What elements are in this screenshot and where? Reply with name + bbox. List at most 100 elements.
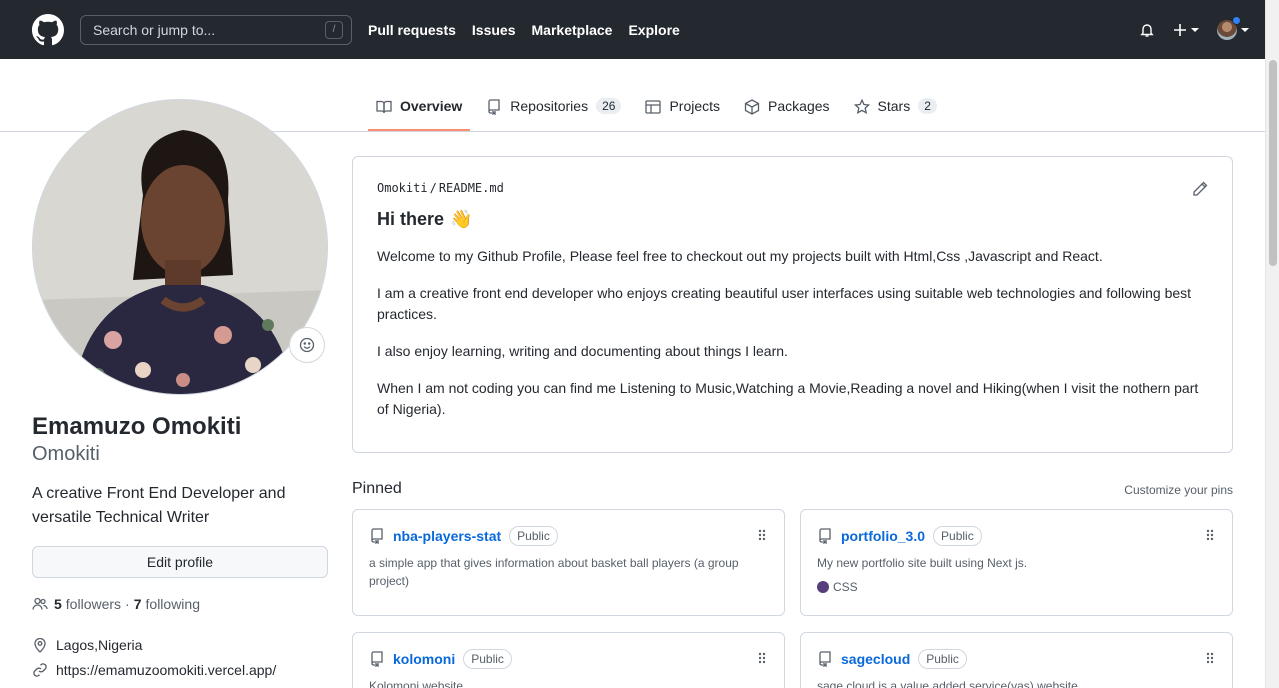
create-new-dropdown[interactable]: [1173, 23, 1199, 37]
edit-profile-button[interactable]: Edit profile: [32, 546, 328, 578]
tab-label: Stars: [877, 98, 911, 114]
repo-language: CSS: [817, 580, 1216, 594]
pencil-icon[interactable]: [1192, 181, 1208, 200]
visibility-badge: Public: [509, 526, 558, 546]
set-status-button[interactable]: [289, 327, 325, 363]
chevron-down-icon: [1241, 27, 1249, 32]
readme-card: Omokiti / README.md Hi there 👋 Welcome to m…: [352, 156, 1233, 453]
star-icon: [853, 99, 870, 114]
nav-issues[interactable]: Issues: [472, 22, 516, 38]
waving-hand-icon: 👋: [450, 209, 473, 229]
book-icon: [376, 100, 392, 114]
readme-file-link[interactable]: README.md: [439, 181, 504, 195]
pinned-title: Pinned: [352, 480, 402, 497]
followers-label: followers: [65, 596, 122, 612]
repo-description: My new portfolio site built using Next j…: [817, 556, 1028, 570]
readme-paragraph: I am a creative front end developer who …: [377, 285, 1192, 322]
readme-heading-text: Hi there: [377, 209, 445, 229]
search-input[interactable]: Search or jump to... /: [80, 14, 352, 45]
profile-bio: A creative Front End Developer and versa…: [32, 485, 286, 526]
search-placeholder: Search or jump to...: [93, 21, 216, 38]
tab-overview[interactable]: Overview: [368, 85, 471, 131]
nav-explore[interactable]: Explore: [628, 22, 679, 38]
global-nav: Pull requests Issues Marketplace Explore: [368, 22, 696, 38]
followers-count: 5: [54, 596, 62, 612]
pinned-repo-card: kolomoni Public Kolomoni website: [352, 632, 785, 688]
drag-handle-icon[interactable]: [1204, 651, 1216, 668]
repo-description: sage cloud is a value added service(vas)…: [817, 679, 1078, 688]
people-icon: [32, 597, 48, 610]
repo-icon: [819, 528, 831, 544]
readme-paragraph: Welcome to my Github Profile, Please fee…: [377, 248, 1103, 264]
smiley-icon: [299, 337, 315, 353]
followers-link[interactable]: 5 followers: [54, 596, 121, 612]
search-shortcut-badge: /: [325, 20, 343, 39]
readme-paragraph: When I am not coding you can find me Lis…: [377, 380, 1199, 417]
path-separator: /: [429, 181, 437, 195]
drag-handle-icon[interactable]: [756, 651, 768, 668]
repo-name-link[interactable]: sagecloud: [841, 651, 910, 667]
tab-repositories[interactable]: Repositories 26: [478, 85, 629, 131]
following-label: following: [145, 596, 200, 612]
tab-label: Repositories: [510, 98, 589, 114]
profile-login: Omokiti: [32, 443, 100, 465]
tab-label: Projects: [669, 98, 721, 114]
repo-icon: [819, 651, 831, 667]
drag-handle-icon[interactable]: [756, 528, 768, 545]
drag-handle-icon[interactable]: [1204, 528, 1216, 545]
location-text: Lagos,Nigeria: [56, 637, 143, 653]
top-header: Search or jump to... / Pull requests Iss…: [0, 0, 1265, 59]
repo-icon: [371, 651, 383, 667]
readme-owner-link[interactable]: Omokiti: [377, 181, 428, 195]
avatar: [1217, 15, 1241, 40]
scrollbar-thumb[interactable]: [1269, 60, 1277, 266]
header-actions: [1139, 15, 1249, 40]
chevron-down-icon: [1191, 27, 1199, 32]
user-menu-dropdown[interactable]: [1217, 15, 1249, 40]
readme-path: Omokiti / README.md: [377, 181, 1208, 195]
link-icon: [33, 663, 47, 677]
repo-name-link[interactable]: kolomoni: [393, 651, 455, 667]
repositories-count: 26: [596, 98, 622, 114]
website-link[interactable]: https://emamuzoomokiti.vercel.app/: [56, 662, 276, 678]
notification-dot: [1232, 15, 1241, 25]
bell-icon[interactable]: [1139, 22, 1155, 38]
tab-packages[interactable]: Packages: [736, 85, 837, 131]
tab-label: Overview: [400, 98, 463, 114]
following-count: 7: [133, 596, 142, 612]
readme-heading: Hi there 👋: [377, 209, 1208, 230]
pinned-repo-card: sagecloud Public sage cloud is a value a…: [800, 632, 1233, 688]
nav-pull-requests[interactable]: Pull requests: [368, 22, 456, 38]
customize-pins-link[interactable]: Customize your pins: [1124, 483, 1233, 497]
language-name: CSS: [833, 580, 858, 594]
tab-label: Packages: [768, 98, 830, 114]
language-color-dot: [817, 581, 829, 593]
repo-name-link[interactable]: portfolio_3.0: [841, 528, 925, 544]
repo-icon: [371, 528, 383, 544]
repo-name-link[interactable]: nba-players-stat: [393, 528, 501, 544]
readme-paragraph: I also enjoy learning, writing and docum…: [377, 343, 788, 359]
plus-icon: [1174, 23, 1186, 36]
visibility-badge: Public: [933, 526, 982, 546]
following-link[interactable]: 7 following: [134, 596, 200, 612]
follow-stats: 5 followers · 7 following: [32, 596, 200, 612]
nav-marketplace[interactable]: Marketplace: [532, 22, 613, 38]
repo-description: Kolomoni website: [369, 679, 464, 688]
pinned-repo-card: nba-players-stat Public a simple app tha…: [352, 509, 785, 616]
location-row: Lagos,Nigeria: [32, 637, 142, 653]
profile-tabs: Overview Repositories 26 Projects Packag…: [368, 85, 953, 132]
stars-count: 2: [918, 98, 937, 114]
tab-projects[interactable]: Projects: [637, 85, 728, 131]
table-icon: [645, 100, 662, 114]
profile-name: Emamuzo Omokiti: [32, 413, 242, 440]
package-icon: [744, 99, 760, 115]
profile-photo[interactable]: [32, 99, 328, 395]
location-icon: [34, 637, 46, 653]
repo-description: a simple app that gives information abou…: [369, 556, 739, 588]
website-row: https://emamuzoomokiti.vercel.app/: [32, 662, 276, 678]
page-scrollbar[interactable]: [1265, 0, 1279, 688]
tab-stars[interactable]: Stars 2: [846, 85, 945, 131]
github-logo-icon[interactable]: [32, 13, 64, 46]
pinned-repo-card: portfolio_3.0 Public My new portfolio si…: [800, 509, 1233, 616]
visibility-badge: Public: [463, 649, 512, 669]
